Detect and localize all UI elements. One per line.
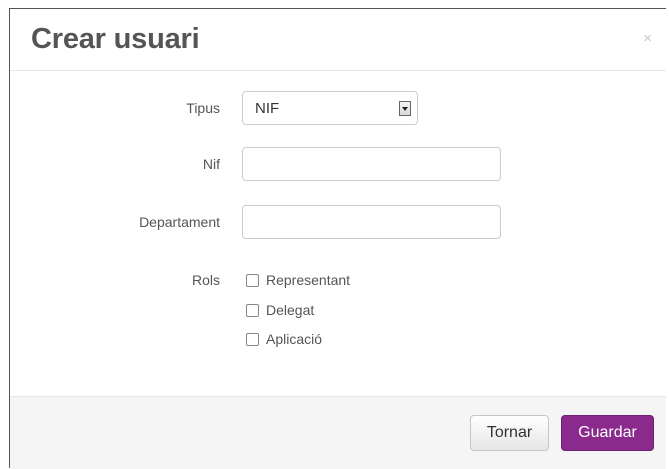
aplicacio-checkbox[interactable] — [246, 333, 259, 346]
departament-label: Departament — [139, 214, 220, 230]
chevron-down-icon[interactable] — [399, 101, 411, 116]
representant-checkbox[interactable] — [246, 274, 259, 287]
tipus-row: Tipus NIF — [10, 91, 666, 127]
rols-label: Rols — [191, 272, 220, 288]
rols-row: Rols Representant Delegat Aplicació — [10, 271, 666, 361]
departament-row: Departament — [10, 205, 666, 241]
close-icon[interactable]: × — [643, 31, 652, 46]
back-button[interactable]: Tornar — [470, 415, 549, 451]
delegat-checkbox[interactable] — [246, 304, 259, 317]
delegat-label: Delegat — [266, 302, 315, 318]
tipus-select[interactable]: NIF — [242, 91, 418, 125]
departament-input[interactable] — [242, 205, 501, 239]
nif-row: Nif — [10, 147, 666, 183]
save-button[interactable]: Guardar — [561, 415, 654, 451]
aplicacio-label: Aplicació — [266, 331, 323, 347]
nif-input[interactable] — [242, 147, 501, 181]
representant-label: Representant — [266, 272, 351, 288]
dialog-header: Crear usuari × — [10, 9, 666, 71]
nif-label: Nif — [202, 156, 220, 172]
create-user-dialog: Crear usuari × Tipus NIF Nif Departament… — [9, 8, 666, 469]
dialog-footer: Tornar Guardar — [10, 396, 666, 469]
tipus-selected-value: NIF — [255, 100, 280, 117]
dialog-title: Crear usuari — [31, 23, 200, 55]
tipus-label: Tipus — [186, 100, 220, 116]
